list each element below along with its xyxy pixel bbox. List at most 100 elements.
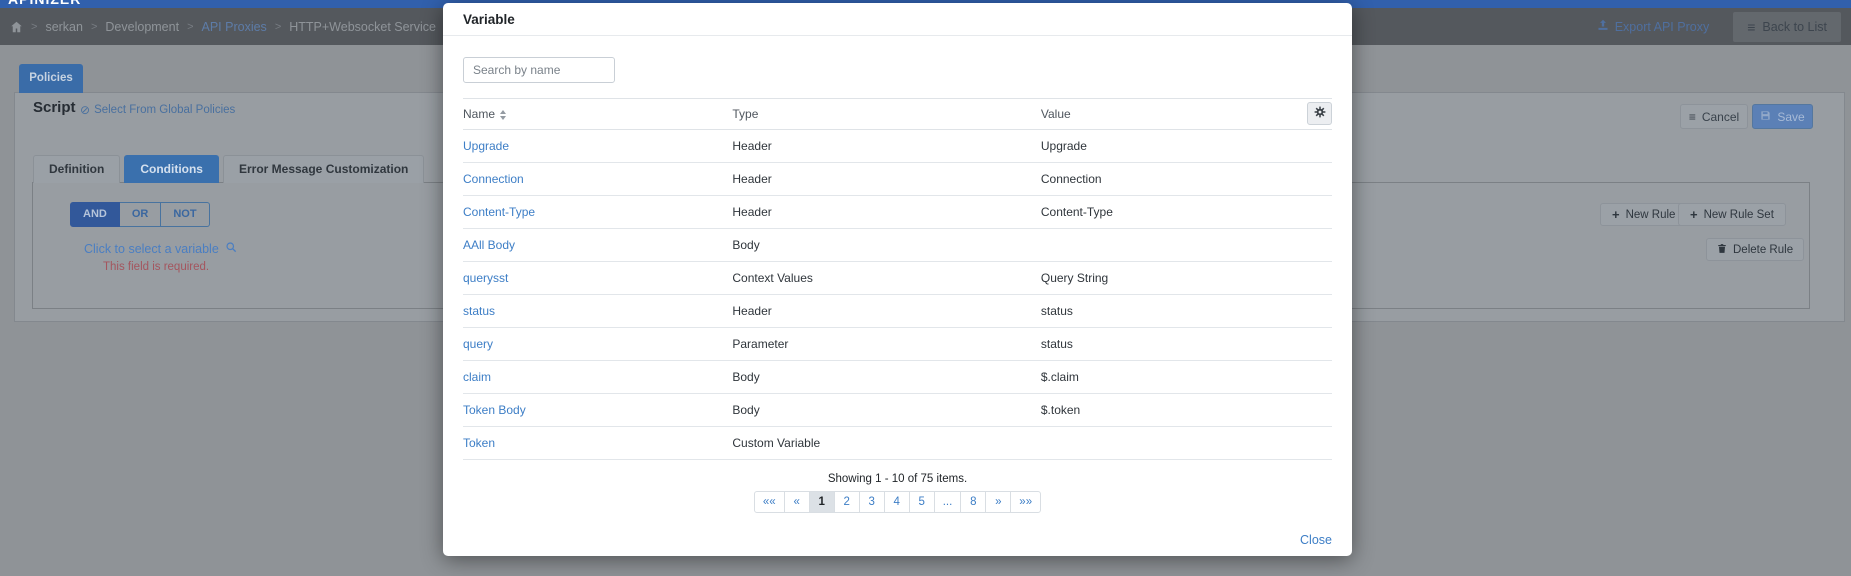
list-icon: ≡ bbox=[1689, 110, 1696, 124]
variable-value-cell bbox=[1041, 427, 1332, 460]
tab-policies[interactable]: Policies bbox=[19, 64, 83, 93]
ban-icon: ⊘ bbox=[80, 103, 90, 117]
variable-name-link[interactable]: claim bbox=[463, 361, 732, 394]
list-icon: ≡ bbox=[1747, 19, 1755, 35]
variable-type-cell: Header bbox=[732, 295, 1040, 328]
script-tab[interactable]: Conditions bbox=[124, 155, 219, 183]
variable-value-cell: Connection bbox=[1041, 163, 1332, 196]
table-row: Token Custom Variable bbox=[463, 427, 1332, 460]
search-input[interactable] bbox=[463, 57, 615, 83]
brand-logo: APINIZER bbox=[8, 0, 81, 7]
table-row: Token Body Body $.token bbox=[463, 394, 1332, 427]
new-rule-button[interactable]: + New Rule bbox=[1600, 203, 1687, 226]
variable-name-link[interactable]: Token Body bbox=[463, 394, 732, 427]
breadcrumb-separator: > bbox=[187, 21, 193, 33]
variable-value-cell bbox=[1041, 229, 1332, 262]
export-api-proxy-button[interactable]: Export API Proxy bbox=[1597, 19, 1709, 34]
variable-value-cell: Upgrade bbox=[1041, 130, 1332, 163]
logic-operator-button[interactable]: NOT bbox=[161, 202, 209, 227]
variable-name-link[interactable]: status bbox=[463, 295, 732, 328]
back-to-list-button[interactable]: ≡ Back to List bbox=[1733, 12, 1841, 42]
breadcrumb-item[interactable]: serkan bbox=[45, 20, 83, 34]
breadcrumb-item[interactable]: API Proxies bbox=[202, 20, 267, 34]
variable-name-link[interactable]: Connection bbox=[463, 163, 732, 196]
cancel-button[interactable]: ≡ Cancel bbox=[1680, 104, 1748, 129]
validation-error-text: This field is required. bbox=[103, 261, 209, 273]
select-variable-link[interactable]: Click to select a variable bbox=[84, 241, 237, 256]
pagination-button[interactable]: « bbox=[784, 491, 810, 513]
table-row: Connection Header Connection bbox=[463, 163, 1332, 196]
pagination-button[interactable]: ... bbox=[934, 491, 962, 513]
variable-name-link[interactable]: Content-Type bbox=[463, 196, 732, 229]
variable-name-link[interactable]: Token bbox=[463, 427, 732, 460]
upload-icon bbox=[1597, 19, 1609, 34]
modal-close-button[interactable]: Close bbox=[1300, 533, 1332, 547]
pagination-button[interactable]: 3 bbox=[859, 491, 885, 513]
section-title: Script bbox=[33, 99, 76, 116]
plus-icon: + bbox=[1690, 207, 1698, 222]
variable-type-cell: Body bbox=[732, 394, 1040, 427]
variable-value-cell: Content-Type bbox=[1041, 196, 1332, 229]
table-row: querysst Context Values Query String bbox=[463, 262, 1332, 295]
column-header-value: Value bbox=[1041, 99, 1332, 130]
variable-name-link[interactable]: querysst bbox=[463, 262, 732, 295]
logic-operator-button[interactable]: AND bbox=[70, 202, 120, 227]
column-header-name[interactable]: Name bbox=[463, 99, 732, 130]
variable-name-link[interactable]: query bbox=[463, 328, 732, 361]
pagination: «« « 1 2 3 4 5 ... 8 » »» bbox=[443, 491, 1352, 513]
pagination-summary: Showing 1 - 10 of 75 items. bbox=[443, 473, 1352, 485]
table-row: query Parameter status bbox=[463, 328, 1332, 361]
pagination-button[interactable]: »» bbox=[1010, 491, 1041, 513]
pagination-button[interactable]: 4 bbox=[884, 491, 910, 513]
variable-type-cell: Context Values bbox=[732, 262, 1040, 295]
logic-operator-button[interactable]: OR bbox=[120, 202, 162, 227]
variable-name-link[interactable]: AAll Body bbox=[463, 229, 732, 262]
table-settings-button[interactable] bbox=[1307, 102, 1332, 125]
table-row: status Header status bbox=[463, 295, 1332, 328]
pagination-button[interactable]: 1 bbox=[809, 491, 835, 513]
plus-icon: + bbox=[1612, 207, 1620, 222]
script-tab[interactable]: Definition bbox=[33, 155, 120, 183]
script-tab[interactable]: Error Message Customization bbox=[223, 155, 424, 183]
pagination-button[interactable]: «« bbox=[754, 491, 785, 513]
pagination-button[interactable]: 8 bbox=[960, 491, 986, 513]
breadcrumb-separator: > bbox=[31, 21, 37, 33]
variable-table-container: Name Type Value Upgrade Header Upgrade C… bbox=[463, 98, 1332, 460]
breadcrumb-separator: > bbox=[275, 21, 281, 33]
variable-type-cell: Header bbox=[732, 163, 1040, 196]
floppy-save-icon bbox=[1760, 110, 1771, 124]
table-row: Content-Type Header Content-Type bbox=[463, 196, 1332, 229]
breadcrumb-actions: Export API Proxy ≡ Back to List bbox=[1597, 12, 1841, 42]
variable-value-cell: Query String bbox=[1041, 262, 1332, 295]
breadcrumb-item[interactable]: HTTP+Websocket Service bbox=[289, 20, 436, 34]
variable-type-cell: Parameter bbox=[732, 328, 1040, 361]
table-row: AAll Body Body bbox=[463, 229, 1332, 262]
variable-name-link[interactable]: Upgrade bbox=[463, 130, 732, 163]
save-button[interactable]: Save bbox=[1752, 104, 1813, 129]
variable-type-cell: Header bbox=[732, 196, 1040, 229]
pagination-button[interactable]: 2 bbox=[834, 491, 860, 513]
modal-title: Variable bbox=[463, 12, 515, 27]
script-tabs: Definition Conditions Error Message Cust… bbox=[33, 155, 428, 183]
trash-icon bbox=[1717, 243, 1727, 257]
home-icon[interactable] bbox=[10, 21, 23, 33]
select-from-global-policies-link[interactable]: ⊘ Select From Global Policies bbox=[80, 103, 235, 117]
variable-modal: Variable Name Type Value Upgrade Header … bbox=[443, 3, 1352, 556]
variable-type-cell: Body bbox=[732, 229, 1040, 262]
breadcrumb-separator: > bbox=[91, 21, 97, 33]
breadcrumb-item[interactable]: Development bbox=[105, 20, 179, 34]
pagination-button[interactable]: » bbox=[985, 491, 1011, 513]
delete-rule-button[interactable]: Delete Rule bbox=[1706, 238, 1804, 261]
table-row: Upgrade Header Upgrade bbox=[463, 130, 1332, 163]
breadcrumb: > serkan > Development > API Proxies > H… bbox=[10, 20, 436, 34]
gear-icon bbox=[1314, 106, 1326, 121]
new-rule-set-button[interactable]: + New Rule Set bbox=[1678, 203, 1786, 226]
logic-operator-group: AND OR NOT bbox=[70, 202, 210, 227]
variable-table: Name Type Value Upgrade Header Upgrade C… bbox=[463, 98, 1332, 460]
pagination-button[interactable]: 5 bbox=[909, 491, 935, 513]
variable-value-cell: $.token bbox=[1041, 394, 1332, 427]
modal-header: Variable bbox=[443, 3, 1352, 36]
table-row: claim Body $.claim bbox=[463, 361, 1332, 394]
variable-type-cell: Custom Variable bbox=[732, 427, 1040, 460]
variable-type-cell: Body bbox=[732, 361, 1040, 394]
